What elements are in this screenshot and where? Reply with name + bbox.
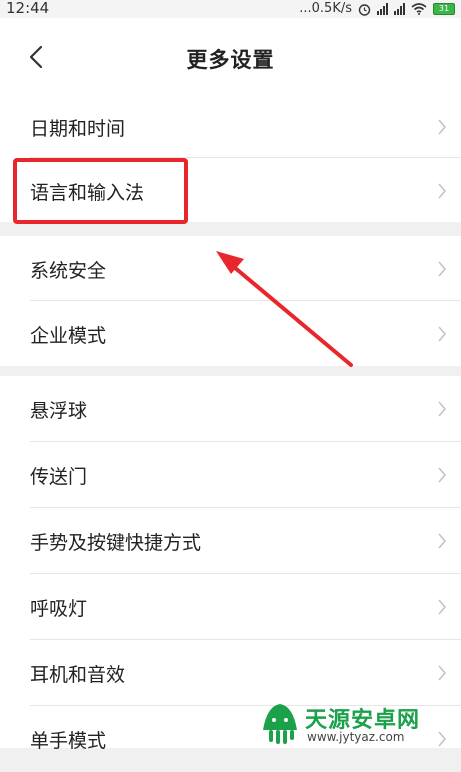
watermark-url: www.jytyaz.com	[307, 730, 405, 744]
android-logo-icon	[263, 704, 297, 744]
chevron-right-icon	[438, 326, 447, 342]
settings-item-gesture-shortcuts[interactable]: 手势及按键快捷方式	[0, 508, 461, 574]
highlight-box	[13, 158, 188, 224]
chevron-right-icon	[438, 401, 447, 417]
settings-item-system-security[interactable]: 系统安全	[0, 236, 461, 302]
chevron-right-icon	[438, 183, 447, 199]
settings-item-label: 单手模式	[30, 730, 107, 752]
settings-item-date-time[interactable]: 日期和时间	[0, 94, 461, 160]
wifi-icon	[411, 3, 427, 15]
chevron-right-icon	[438, 599, 447, 615]
page-title: 更多设置	[186, 48, 275, 72]
settings-section-3: 悬浮球 传送门 手势及按键快捷方式 呼吸灯 耳机和音效 单手模式	[0, 376, 461, 752]
signal-icon	[377, 3, 388, 15]
settings-item-portal[interactable]: 传送门	[0, 442, 461, 508]
watermark: 天源安卓网 www.jytyaz.com	[257, 700, 457, 746]
settings-item-enterprise-mode[interactable]: 企业模式	[0, 301, 461, 367]
signal-icon	[394, 3, 405, 15]
settings-item-label: 呼吸灯	[30, 598, 88, 620]
status-time: 12:44	[6, 0, 50, 17]
settings-item-label: 手势及按键快捷方式	[30, 532, 202, 554]
chevron-right-icon	[438, 665, 447, 681]
alarm-icon	[358, 3, 371, 16]
status-icons: ...0.5K/s 31	[299, 0, 455, 18]
settings-item-breathing-light[interactable]: 呼吸灯	[0, 574, 461, 640]
chevron-right-icon	[438, 467, 447, 483]
chevron-right-icon	[438, 119, 447, 135]
settings-item-headphones-audio[interactable]: 耳机和音效	[0, 640, 461, 706]
status-bar: 12:44 ...0.5K/s 31	[0, 0, 461, 18]
chevron-right-icon	[438, 533, 447, 549]
network-speed: ...0.5K/s	[299, 1, 352, 16]
settings-item-label: 企业模式	[30, 325, 107, 347]
battery-icon: 31	[433, 3, 455, 15]
settings-item-label: 悬浮球	[30, 400, 88, 422]
settings-item-label: 耳机和音效	[30, 664, 126, 686]
settings-item-label: 系统安全	[30, 260, 107, 282]
chevron-right-icon	[438, 261, 447, 277]
settings-item-label: 传送门	[30, 466, 88, 488]
settings-item-floating-ball[interactable]: 悬浮球	[0, 376, 461, 442]
settings-section-2: 系统安全 企业模式	[0, 236, 461, 366]
app-header: 更多设置	[0, 18, 461, 94]
settings-item-label: 日期和时间	[30, 118, 126, 140]
